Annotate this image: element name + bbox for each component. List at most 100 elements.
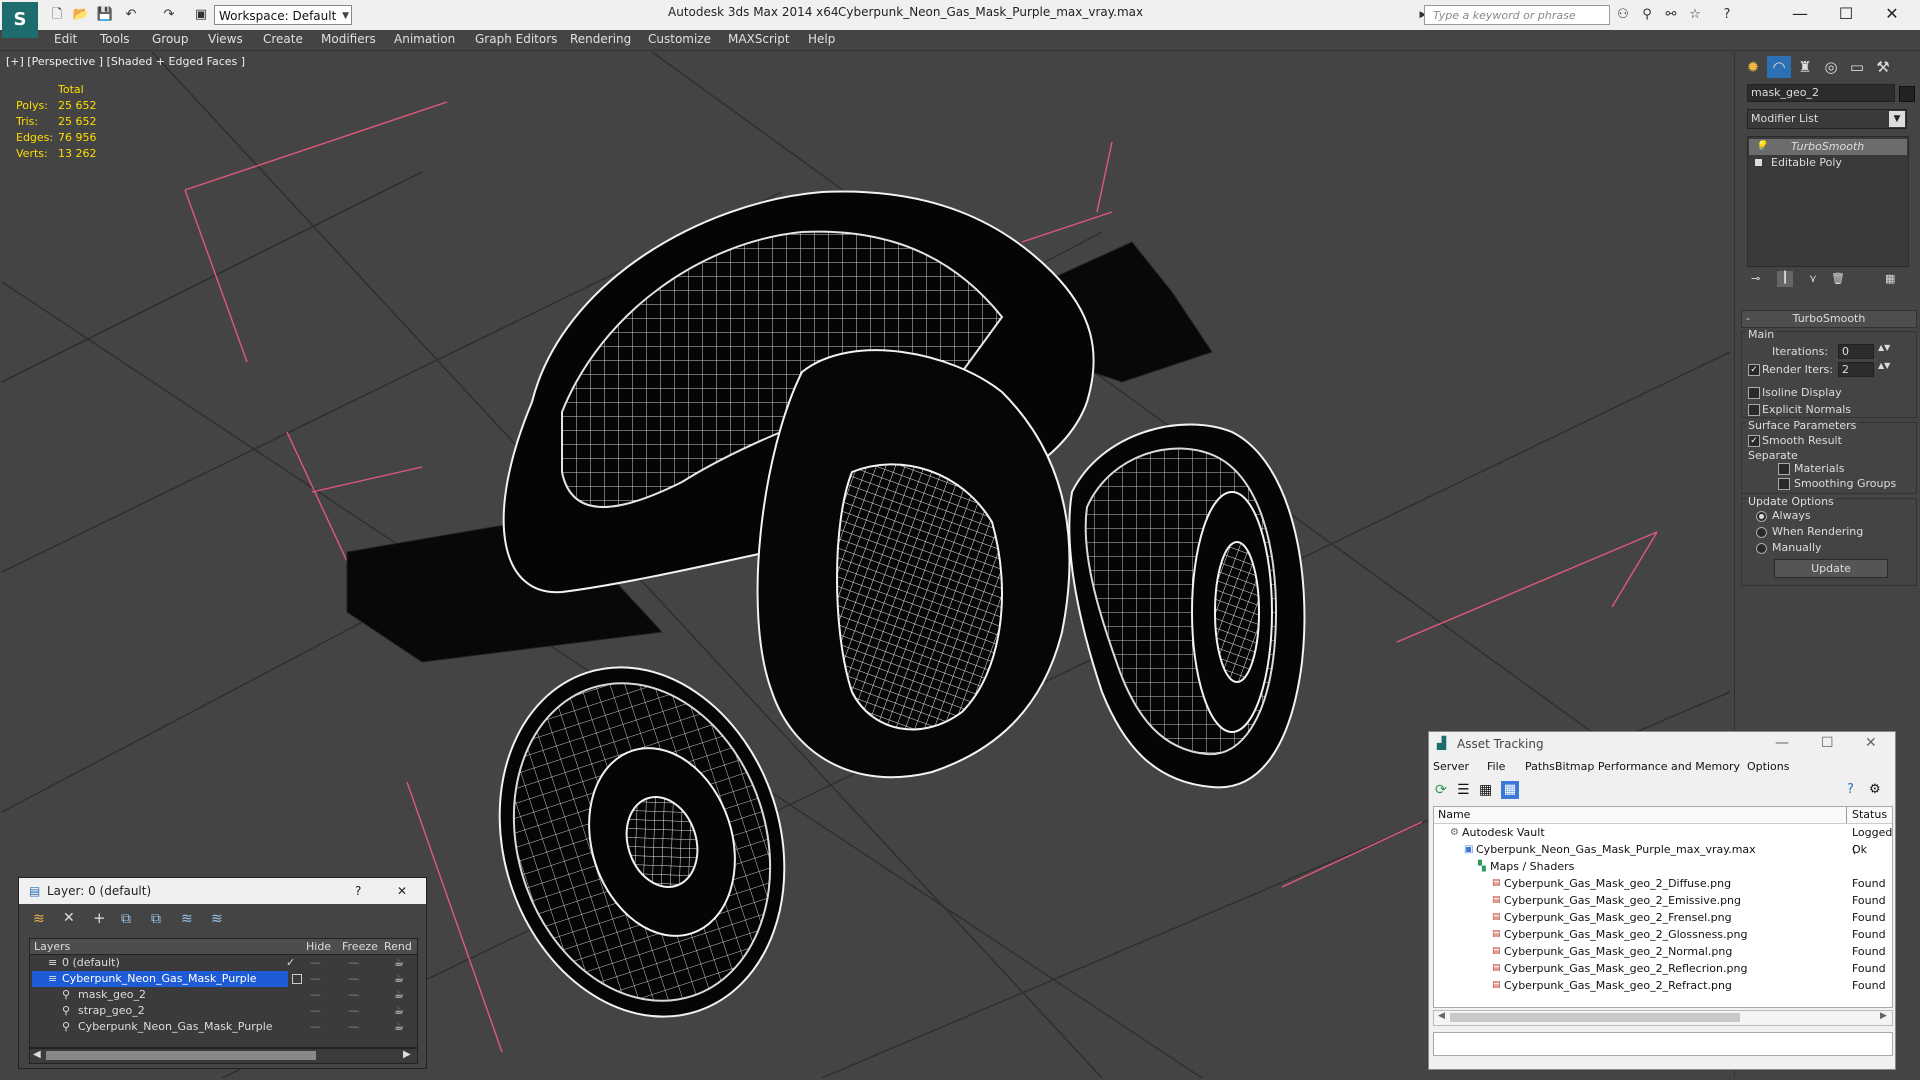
column-layers[interactable]: Layers	[34, 940, 70, 953]
layer-row[interactable]: ⚲ mask_geo_2 — — ☕	[30, 987, 417, 1003]
save-icon[interactable]: 💾	[96, 6, 114, 24]
horizontal-scrollbar[interactable]: ◀ ▶	[29, 1048, 418, 1064]
favorites-star-icon[interactable]: ☆	[1686, 6, 1704, 24]
asset-menu-file[interactable]: File	[1487, 758, 1505, 775]
asset-menu-bitmap-performance[interactable]: Bitmap Performance and Memory	[1555, 758, 1740, 775]
minimize-icon[interactable]: —	[1780, 2, 1820, 26]
hide-toggle[interactable]: —	[310, 1019, 321, 1035]
make-unique-icon[interactable]: ⋎	[1809, 272, 1817, 285]
close-icon[interactable]: ✕	[1865, 735, 1877, 751]
freeze-toggle[interactable]: —	[348, 1003, 359, 1019]
help-icon[interactable]: ?	[355, 878, 361, 904]
freeze-all-layers-icon[interactable]: ≋	[211, 911, 223, 927]
render-iters-spinner[interactable]: 2	[1838, 362, 1874, 377]
column-status[interactable]: Status	[1852, 807, 1887, 823]
project-folder-icon[interactable]: ▣	[192, 6, 210, 24]
modify-tab-icon[interactable]: ◠	[1767, 56, 1791, 78]
show-end-result-icon[interactable]: ┃	[1777, 271, 1793, 287]
spinner-arrows-icon[interactable]: ▲▼	[1878, 361, 1890, 370]
asset-window-titlebar[interactable]: ▟ Asset Tracking — ☐ ✕	[1429, 732, 1895, 756]
hide-toggle[interactable]: —	[310, 971, 321, 987]
scroll-left-icon[interactable]: ◀	[1438, 1011, 1445, 1021]
minimize-icon[interactable]: —	[1775, 735, 1789, 751]
configure-sets-icon[interactable]: ▦	[1885, 272, 1895, 285]
column-hide[interactable]: Hide	[306, 940, 331, 953]
asset-path-field[interactable]	[1433, 1032, 1893, 1056]
menu-create[interactable]: Create	[263, 32, 303, 46]
asset-menu-options[interactable]: Options	[1747, 758, 1789, 775]
object-name-field[interactable]: mask_geo_2	[1747, 84, 1895, 102]
scroll-right-icon[interactable]: ▶	[1880, 1011, 1887, 1021]
highlight-selected-icon[interactable]: ⧉	[151, 911, 161, 927]
render-teapot-icon[interactable]: ☕	[394, 1003, 404, 1019]
refresh-icon[interactable]: ⟳	[1435, 782, 1447, 798]
asset-row[interactable]: ⚙ Autodesk Vault Logged (	[1434, 824, 1892, 856]
freeze-toggle[interactable]: —	[348, 955, 359, 971]
manually-radio[interactable]	[1756, 543, 1767, 554]
binoculars-icon[interactable]: ⚇	[1614, 6, 1632, 24]
create-tab-icon[interactable]: ✹	[1741, 56, 1765, 78]
redo-icon[interactable]: ↷	[160, 6, 178, 24]
workspace-dropdown[interactable]: Workspace: Default ▼	[214, 5, 352, 25]
asset-row[interactable]: ▣ Cyberpunk_Neon_Gas_Mask_Purple_max_vra…	[1434, 841, 1892, 858]
iterations-spinner[interactable]: 0	[1838, 344, 1874, 359]
maximize-icon[interactable]: ☐	[1821, 735, 1834, 751]
freeze-toggle[interactable]: —	[348, 1019, 359, 1035]
motion-tab-icon[interactable]: ◎	[1819, 56, 1843, 78]
scroll-right-icon[interactable]: ▶	[403, 1049, 411, 1060]
list-view-icon[interactable]: ☰	[1457, 782, 1470, 798]
hide-toggle[interactable]: —	[310, 1003, 321, 1019]
modifier-list-dropdown[interactable]: Modifier List ▼	[1747, 109, 1907, 129]
freeze-toggle[interactable]: —	[348, 987, 359, 1003]
close-icon[interactable]: ✕	[397, 878, 407, 904]
menu-views[interactable]: Views	[208, 32, 243, 46]
scroll-left-icon[interactable]: ◀	[33, 1049, 41, 1060]
smooth-result-checkbox[interactable]: ✓	[1748, 435, 1760, 447]
spinner-arrows-icon[interactable]: ▲▼	[1878, 343, 1890, 352]
menu-modifiers[interactable]: Modifiers	[321, 32, 376, 46]
isoline-display-checkbox[interactable]	[1748, 387, 1760, 399]
menu-customize[interactable]: Customize	[648, 32, 711, 46]
hide-toggle[interactable]: —	[310, 987, 321, 1003]
render-teapot-icon[interactable]: ☕	[394, 955, 404, 971]
settings-icon[interactable]: ⚙	[1869, 782, 1881, 797]
hide-toggle[interactable]: —	[310, 955, 321, 971]
delete-layer-icon[interactable]: ✕	[63, 910, 75, 926]
layer-row[interactable]: ⚲ Cyberpunk_Neon_Gas_Mask_Purple — — ☕	[30, 1019, 417, 1035]
freeze-toggle[interactable]: —	[348, 971, 359, 987]
asset-menu-server[interactable]: Server	[1433, 758, 1469, 775]
hide-all-layers-icon[interactable]: ≋	[181, 911, 193, 927]
when-rendering-radio[interactable]	[1756, 527, 1767, 538]
asset-row[interactable]: ▚ Maps / Shaders	[1434, 858, 1892, 875]
layer-row[interactable]: ⚲ strap_geo_2 — — ☕	[30, 1003, 417, 1019]
stack-item-editable-poly[interactable]: Editable Poly	[1749, 155, 1907, 171]
explicit-normals-checkbox[interactable]	[1748, 404, 1760, 416]
column-freeze[interactable]: Freeze	[342, 940, 378, 953]
app-menu-button[interactable]: S	[2, 2, 38, 38]
asset-row[interactable]: ▤ Cyberpunk_Gas_Mask_geo_2_Reflecrion.pn…	[1434, 960, 1892, 977]
render-teapot-icon[interactable]: ☕	[394, 1019, 404, 1035]
render-teapot-icon[interactable]: ☕	[394, 971, 404, 987]
expand-icon[interactable]	[1755, 159, 1762, 166]
asset-row[interactable]: ▤ Cyberpunk_Gas_Mask_geo_2_Diffuse.png F…	[1434, 875, 1892, 892]
column-render[interactable]: Rend	[384, 940, 412, 953]
lightbulb-icon[interactable]: 💡	[1755, 139, 1767, 155]
asset-row[interactable]: ▤ Cyberpunk_Gas_Mask_geo_2_Refract.png F…	[1434, 977, 1892, 994]
utilities-tab-icon[interactable]: ⚒	[1871, 56, 1895, 78]
open-folder-icon[interactable]: 📂	[72, 6, 90, 24]
viewport-label[interactable]: [+] [Perspective ] [Shaded + Edged Faces…	[6, 55, 245, 68]
smoothing-groups-checkbox[interactable]	[1778, 478, 1790, 490]
menu-edit[interactable]: Edit	[54, 32, 77, 46]
asset-row[interactable]: ▤ Cyberpunk_Gas_Mask_geo_2_Frensel.png F…	[1434, 909, 1892, 926]
render-iters-checkbox[interactable]: ✓	[1748, 364, 1760, 376]
asset-row[interactable]: ▤ Cyberpunk_Gas_Mask_geo_2_Emissive.png …	[1434, 892, 1892, 909]
menu-graph-editors[interactable]: Graph Editors	[475, 32, 557, 46]
menu-help[interactable]: Help	[808, 32, 835, 46]
materials-checkbox[interactable]	[1778, 463, 1790, 475]
table-view-icon[interactable]: ▦	[1501, 781, 1519, 799]
pin-stack-icon[interactable]: ⊸	[1751, 272, 1760, 285]
layer-window-titlebar[interactable]: ▤ Layer: 0 (default) ? ✕	[19, 878, 426, 904]
asset-horizontal-scrollbar[interactable]: ◀ ▶	[1433, 1010, 1893, 1026]
asset-row[interactable]: ▤ Cyberpunk_Gas_Mask_geo_2_Glossness.png…	[1434, 926, 1892, 943]
turbosmooth-rollout-header[interactable]: - TurboSmooth	[1741, 310, 1917, 328]
